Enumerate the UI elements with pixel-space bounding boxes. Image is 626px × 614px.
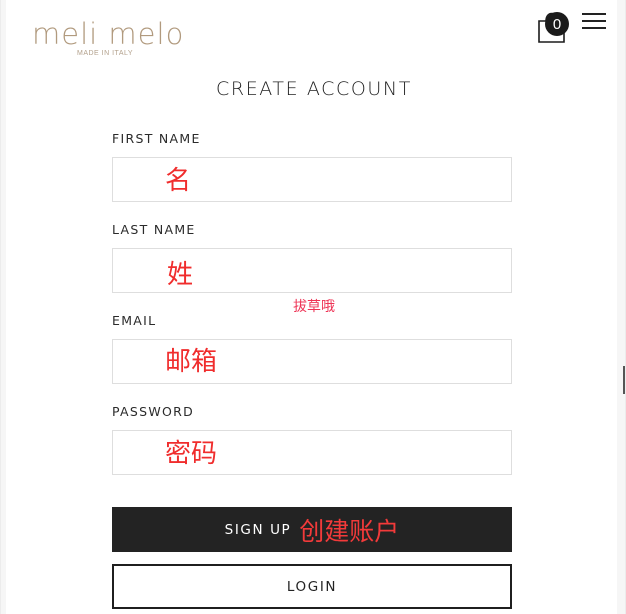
cart-button[interactable]: 0	[536, 8, 572, 44]
last-name-label: LAST NAME	[112, 222, 196, 237]
email-annotation: 邮箱	[165, 347, 218, 377]
hamburger-menu-icon[interactable]	[582, 13, 606, 31]
logo-wordmark: meli melo	[32, 17, 185, 51]
page-title: CREATE ACCOUNT	[216, 78, 412, 100]
sign-up-label: SIGN UP	[224, 521, 292, 538]
last-name-annotation: 姓	[167, 260, 194, 290]
login-label: LOGIN	[286, 578, 338, 595]
first-name-label: FIRST NAME	[112, 131, 201, 146]
first-name-annotation: 名	[165, 166, 192, 196]
password-label: PASSWORD	[112, 404, 195, 419]
password-annotation: 密码	[165, 439, 218, 469]
sign-up-button[interactable]: SIGN UP 创建账户	[112, 507, 512, 552]
scrollbar-thumb[interactable]	[623, 366, 625, 394]
sign-up-annotation: 创建账户	[299, 516, 400, 546]
create-account-page: meli melo MADE IN ITALY 0 CREATE ACCOUNT…	[0, 0, 626, 614]
email-label: EMAIL	[112, 313, 157, 328]
floating-annotation: 拔草哦	[293, 299, 335, 315]
cart-count-badge: 0	[545, 12, 569, 36]
login-button[interactable]: LOGIN	[112, 564, 512, 609]
brand-logo[interactable]: meli melo MADE IN ITALY	[32, 18, 184, 57]
logo-tagline: MADE IN ITALY	[77, 50, 134, 57]
